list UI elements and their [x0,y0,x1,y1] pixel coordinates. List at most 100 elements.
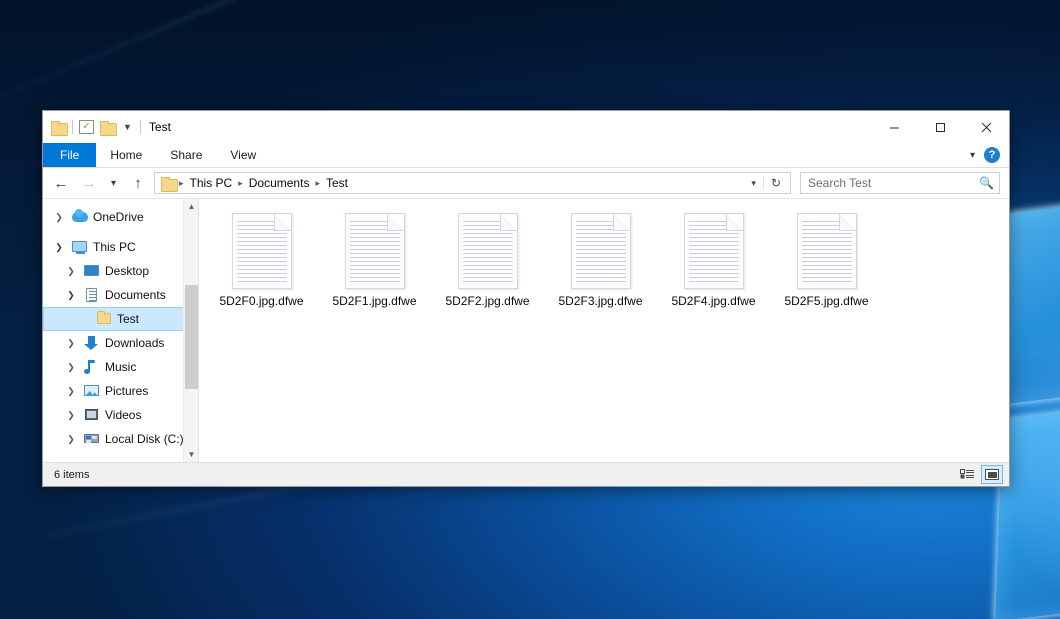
view-toggle-group [956,465,1003,484]
sidebar-item-label: Desktop [105,264,149,278]
breadcrumb: ▸ This PC ▸ Documents ▸ Test [178,176,744,190]
window-controls [871,111,1009,143]
chevron-right-icon[interactable]: ❯ [63,410,79,421]
chevron-right-icon[interactable]: ❯ [63,386,79,397]
file-name: 5D2F5.jpg.dfwe [784,294,868,308]
file-name: 5D2F1.jpg.dfwe [332,294,416,308]
generic-document-icon [684,213,744,289]
file-name: 5D2F2.jpg.dfwe [445,294,529,308]
search-box[interactable]: 🔍 [800,172,1000,194]
search-icon[interactable]: 🔍 [979,176,994,190]
file-explorer-window: ✓ ▼ Test File Home Share View ▾ ? [42,110,1010,487]
folder-icon[interactable] [51,121,66,134]
sidebar-item-music[interactable]: ❯ Music [43,355,198,379]
file-item[interactable]: 5D2F2.jpg.dfwe [431,207,544,312]
quick-access-toolbar: ✓ ▼ [43,120,141,134]
search-input[interactable] [806,175,979,191]
navigation-pane: ❯ OneDrive ❯ This PC ❯ Desktop ❯ [43,199,199,462]
close-button[interactable] [963,111,1009,143]
toolbar-divider-2 [140,120,141,134]
breadcrumb-item-documents[interactable]: Documents [244,176,315,190]
chevron-right-icon[interactable]: ❯ [63,434,79,445]
file-item[interactable]: 5D2F0.jpg.dfwe [205,207,318,312]
details-view-button[interactable] [956,465,978,484]
maximize-button[interactable] [917,111,963,143]
title-bar: ✓ ▼ Test [43,111,1009,143]
tab-home[interactable]: Home [96,143,156,167]
tab-view[interactable]: View [216,143,270,167]
chevron-down-icon[interactable]: ▾ [970,150,975,161]
chevron-right-icon[interactable]: ❯ [63,266,79,277]
recent-locations-button[interactable]: ▾ [105,171,122,195]
sidebar-item-label: Music [105,360,136,374]
sidebar-scrollbar[interactable]: ▲ ▼ [183,199,198,462]
refresh-icon[interactable]: ↻ [763,176,788,190]
document-icon [84,287,100,303]
file-item[interactable]: 5D2F1.jpg.dfwe [318,207,431,312]
chevron-down-icon[interactable]: ❯ [51,242,67,253]
monitor-icon [72,239,88,255]
sidebar-item-desktop[interactable]: ❯ Desktop [43,259,198,283]
sidebar-item-label: This PC [93,240,136,254]
address-bar-row: ← → ▾ ↑ ▸ This PC ▸ Documents ▸ Test ▾ ↻… [43,168,1009,198]
breadcrumb-item-this-pc[interactable]: This PC [185,176,238,190]
chevron-right-icon[interactable]: ❯ [63,362,79,373]
music-icon [84,359,100,375]
help-button[interactable]: ? [984,147,1000,163]
window-body: ❯ OneDrive ❯ This PC ❯ Desktop ❯ [43,198,1009,462]
new-folder-icon[interactable] [100,121,115,134]
file-name: 5D2F0.jpg.dfwe [219,294,303,308]
file-item[interactable]: 5D2F4.jpg.dfwe [657,207,770,312]
address-bar[interactable]: ▸ This PC ▸ Documents ▸ Test ▾ ↻ [154,172,791,194]
chevron-down-icon[interactable]: ▼ [184,447,199,462]
file-grid: 5D2F0.jpg.dfwe 5D2F1.jpg.dfwe 5D2F2.jpg.… [199,199,1009,312]
tab-file[interactable]: File [43,143,96,167]
sidebar-item-downloads[interactable]: ❯ Downloads [43,331,198,355]
folder-icon [96,311,112,327]
sidebar-item-pictures[interactable]: ❯ Pictures [43,379,198,403]
back-button[interactable]: ← [49,171,73,195]
properties-checkbox-icon[interactable]: ✓ [79,120,94,134]
sidebar-item-label: OneDrive [93,210,144,224]
sidebar-item-label: Videos [105,408,141,422]
chevron-right-icon[interactable]: ❯ [51,212,67,223]
sidebar-item-label: Downloads [105,336,164,350]
disk-icon [84,431,100,447]
sidebar-item-label: Test [117,312,139,326]
up-button[interactable]: ↑ [126,171,150,195]
generic-document-icon [458,213,518,289]
forward-button[interactable]: → [77,171,101,195]
sidebar-item-onedrive[interactable]: ❯ OneDrive [43,205,198,229]
sidebar-item-label: Local Disk (C:) [105,432,184,446]
file-list-pane[interactable]: 5D2F0.jpg.dfwe 5D2F1.jpg.dfwe 5D2F2.jpg.… [199,199,1009,462]
scrollbar-thumb[interactable] [185,285,198,389]
sidebar-item-this-pc[interactable]: ❯ This PC [43,235,198,259]
generic-document-icon [571,213,631,289]
file-name: 5D2F3.jpg.dfwe [558,294,642,308]
pictures-icon [84,383,100,399]
sidebar-item-videos[interactable]: ❯ Videos [43,403,198,427]
minimize-button[interactable] [871,111,917,143]
details-view-icon [960,469,974,480]
sidebar-item-documents[interactable]: ❯ Documents [43,283,198,307]
chevron-down-icon[interactable]: ▼ [121,122,134,132]
ribbon-tab-bar: File Home Share View ▾ ? [43,143,1009,168]
sidebar-item-test[interactable]: Test [43,307,198,331]
tab-share[interactable]: Share [156,143,216,167]
window-title: Test [149,120,171,134]
file-item[interactable]: 5D2F3.jpg.dfwe [544,207,657,312]
chevron-right-icon[interactable]: ❯ [63,338,79,349]
file-item[interactable]: 5D2F5.jpg.dfwe [770,207,883,312]
videos-icon [84,407,100,423]
large-icons-view-button[interactable] [981,465,1003,484]
chevron-down-icon[interactable]: ❯ [63,290,79,301]
chevron-up-icon[interactable]: ▲ [184,199,199,214]
sidebar-item-label: Pictures [105,384,148,398]
status-bar: 6 items [43,462,1009,486]
folder-tree: ❯ OneDrive ❯ This PC ❯ Desktop ❯ [43,199,198,451]
address-dropdown-icon[interactable]: ▾ [744,178,763,189]
cloud-icon [72,209,88,225]
generic-document-icon [797,213,857,289]
breadcrumb-item-test[interactable]: Test [321,176,353,190]
sidebar-item-local-disk[interactable]: ❯ Local Disk (C:) [43,427,198,451]
